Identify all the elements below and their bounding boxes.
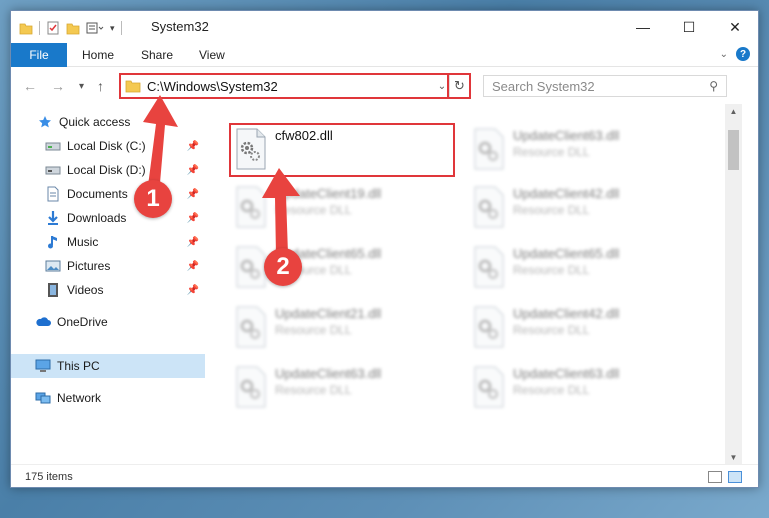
arrow-2 [262, 168, 300, 256]
step-2-badge: 2 [264, 248, 302, 286]
arrow-1 [143, 95, 178, 186]
annotation-arrows [143, 95, 300, 256]
step-1-badge: 1 [134, 180, 172, 218]
